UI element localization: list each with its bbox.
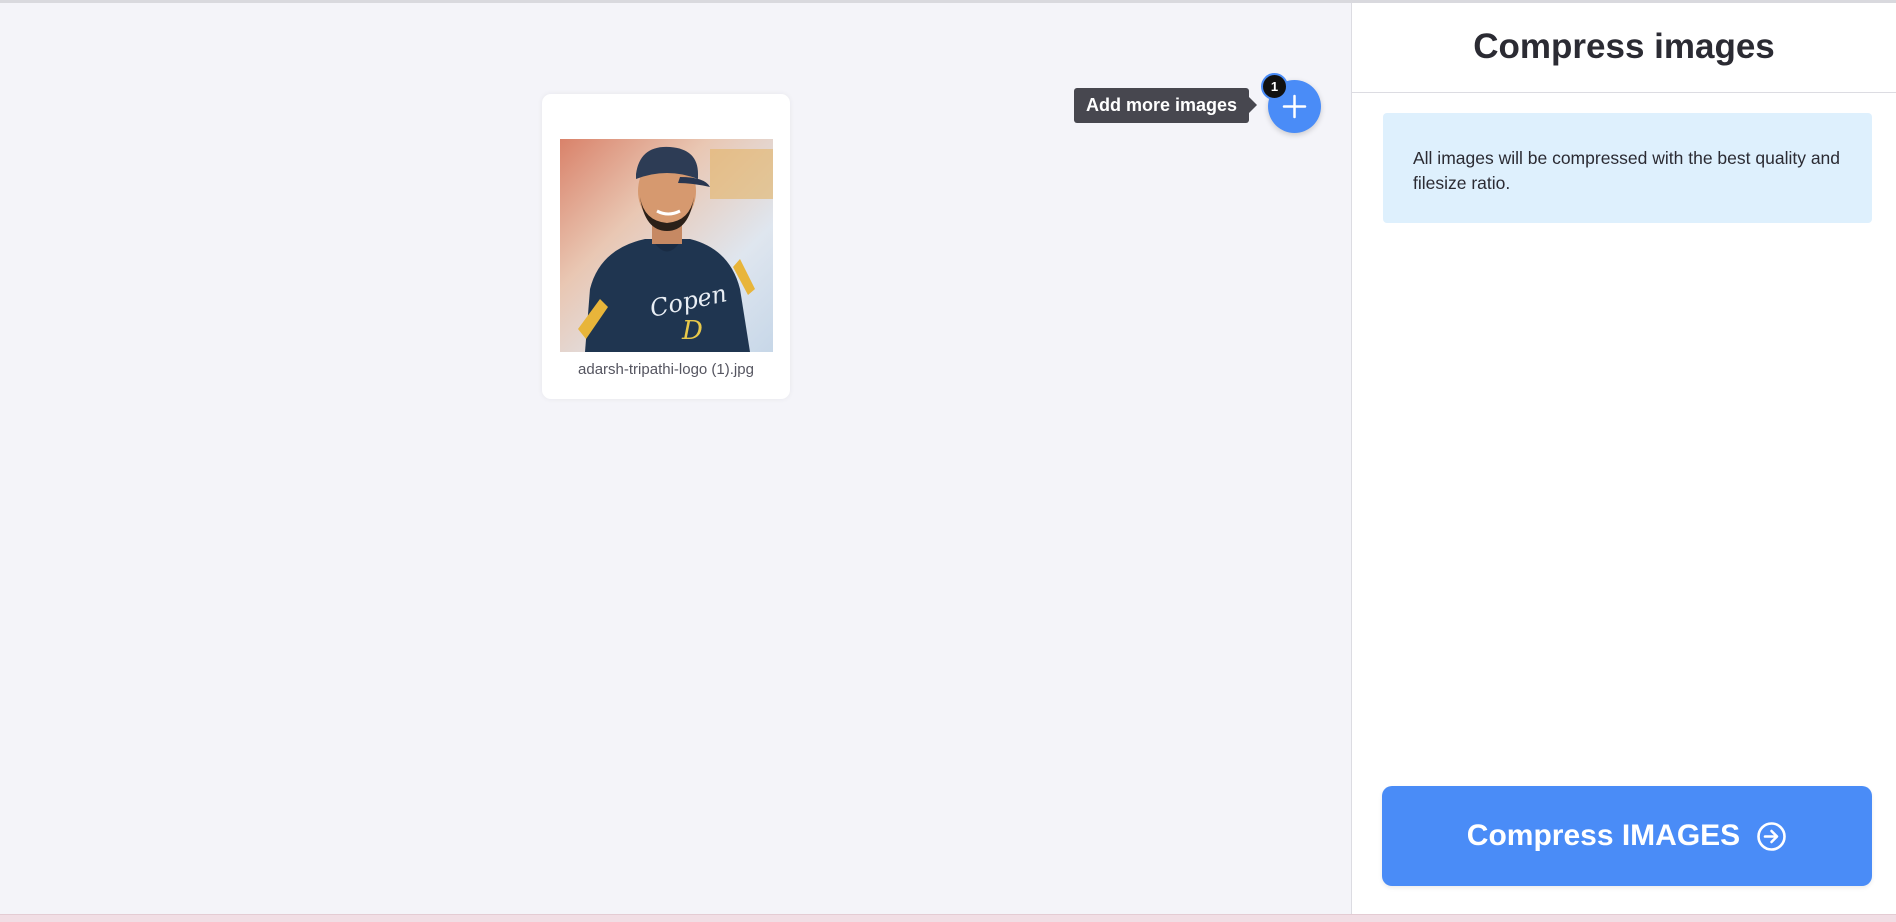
image-workspace: Copen D adarsh-tripathi-logo (1).jpg Add… bbox=[0, 3, 1351, 914]
compress-button-label: Compress IMAGES bbox=[1466, 819, 1741, 852]
app-window: Copen D adarsh-tripathi-logo (1).jpg Add… bbox=[0, 0, 1896, 922]
svg-text:D: D bbox=[681, 316, 703, 346]
info-message: All images will be compressed with the b… bbox=[1383, 113, 1872, 223]
options-sidebar: Compress images All images will be compr… bbox=[1351, 3, 1896, 914]
arrow-right-circle-icon bbox=[1756, 821, 1787, 852]
plus-icon bbox=[1282, 94, 1307, 119]
add-more-tooltip: Add more images bbox=[1074, 88, 1258, 123]
compress-images-button[interactable]: Compress IMAGES bbox=[1382, 786, 1872, 886]
file-name-label: adarsh-tripathi-logo (1).jpg bbox=[578, 361, 754, 378]
bottom-strip bbox=[0, 914, 1896, 922]
image-thumbnail: Copen D bbox=[560, 139, 773, 352]
image-file-card[interactable]: Copen D adarsh-tripathi-logo (1).jpg bbox=[542, 94, 790, 399]
image-count-badge: 1 bbox=[1261, 73, 1288, 100]
sidebar-title: Compress images bbox=[1352, 3, 1896, 93]
